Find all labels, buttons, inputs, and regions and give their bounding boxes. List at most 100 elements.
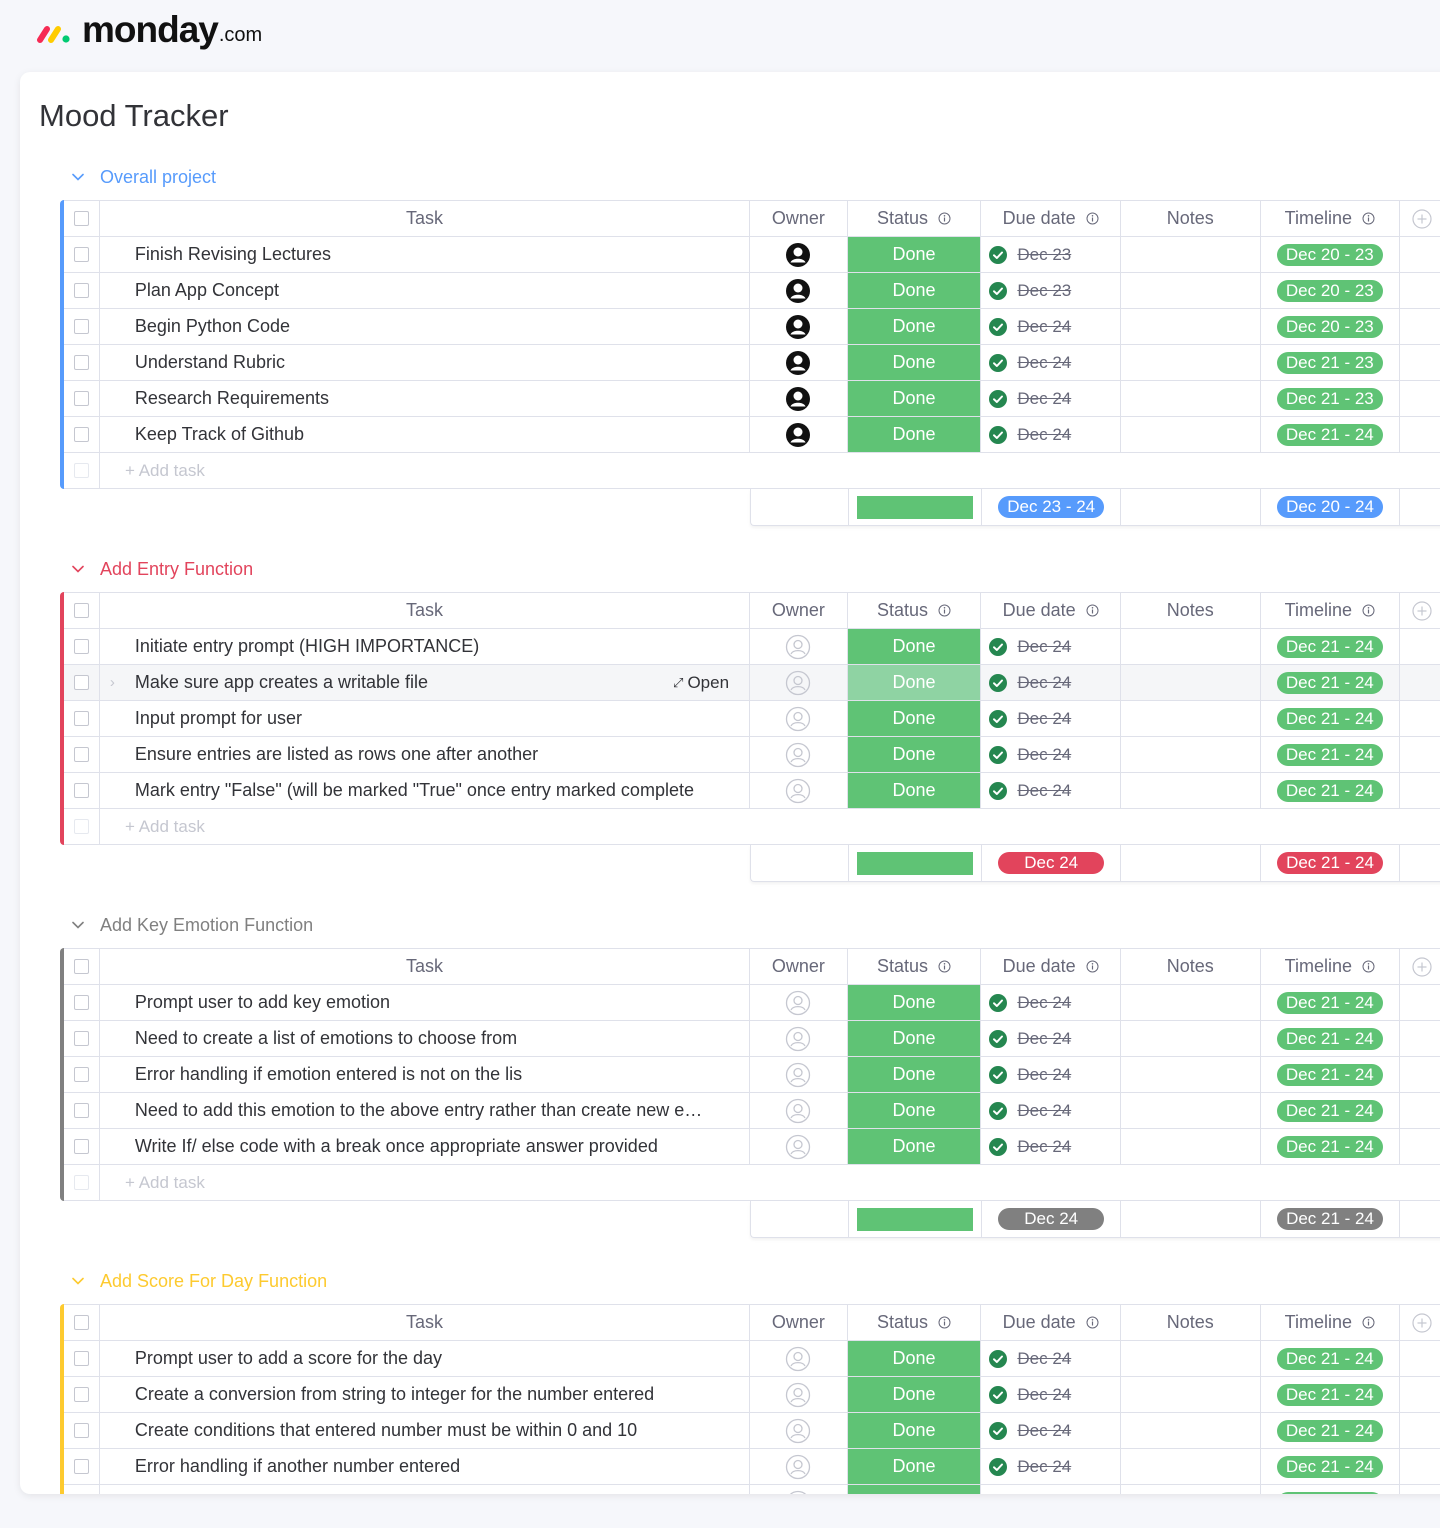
owner-cell[interactable] bbox=[750, 1129, 848, 1164]
due-date-cell[interactable]: Dec 24 bbox=[981, 1449, 1121, 1484]
due-date-cell[interactable]: Dec 24 bbox=[981, 701, 1121, 736]
timeline-pill[interactable]: Dec 21 - 24 bbox=[1276, 1419, 1383, 1442]
task-cell[interactable]: Prompt user to add a score for the day bbox=[100, 1341, 751, 1376]
add-column-icon[interactable] bbox=[1400, 593, 1440, 628]
timeline-cell[interactable]: Dec 21 - 23 bbox=[1261, 345, 1401, 380]
info-icon[interactable] bbox=[938, 960, 951, 973]
status-cell[interactable]: Done bbox=[847, 1093, 982, 1128]
task-name[interactable]: Error handling if input can not be conve… bbox=[135, 1492, 559, 1494]
status-label-done[interactable]: Done bbox=[847, 237, 981, 272]
column-header-notes[interactable]: Notes bbox=[1121, 1305, 1261, 1340]
status-cell[interactable]: Done bbox=[847, 417, 982, 452]
group-header[interactable]: Overall project bbox=[60, 162, 1440, 192]
status-cell[interactable]: Done bbox=[847, 1377, 982, 1412]
empty-person-icon[interactable] bbox=[785, 778, 811, 804]
status-label-done[interactable]: Done bbox=[847, 1021, 981, 1056]
status-label-done[interactable]: Done bbox=[847, 1413, 981, 1448]
timeline-pill[interactable]: Dec 21 - 24 bbox=[1276, 743, 1383, 766]
info-icon[interactable] bbox=[1086, 960, 1099, 973]
timeline-cell[interactable]: Dec 21 - 24 bbox=[1261, 773, 1401, 808]
select-all-checkbox[interactable] bbox=[73, 211, 89, 226]
status-label-done[interactable]: Done bbox=[847, 629, 981, 664]
person-avatar-icon[interactable] bbox=[785, 314, 811, 340]
row-checkbox[interactable] bbox=[73, 711, 89, 726]
empty-person-icon[interactable] bbox=[785, 1026, 811, 1052]
select-all-checkbox[interactable] bbox=[73, 1315, 89, 1330]
status-cell[interactable]: Done bbox=[847, 1341, 982, 1376]
column-header-notes[interactable]: Notes bbox=[1121, 593, 1261, 628]
column-header-task[interactable]: Task bbox=[100, 1305, 751, 1340]
table-row[interactable]: Need to create a list of emotions to cho… bbox=[64, 1021, 1440, 1057]
task-name[interactable]: Initiate entry prompt (HIGH IMPORTANCE) bbox=[135, 636, 479, 657]
column-header-due[interactable]: Due date bbox=[981, 201, 1121, 236]
task-name[interactable]: Mark entry "False" (will be marked "True… bbox=[135, 780, 694, 801]
owner-cell[interactable] bbox=[750, 1341, 848, 1376]
task-name[interactable]: Write If/ else code with a break once ap… bbox=[135, 1136, 658, 1157]
task-name[interactable]: Begin Python Code bbox=[135, 316, 290, 337]
task-name[interactable]: Ensure entries are listed as rows one af… bbox=[135, 744, 538, 765]
notes-cell[interactable] bbox=[1121, 1129, 1261, 1164]
row-checkbox[interactable] bbox=[73, 319, 89, 334]
row-checkbox-cell[interactable] bbox=[64, 629, 100, 664]
task-name[interactable]: Create a conversion from string to integ… bbox=[135, 1384, 654, 1405]
group-title[interactable]: Add Score For Day Function bbox=[100, 1271, 327, 1292]
notes-cell[interactable] bbox=[1121, 381, 1261, 416]
timeline-cell[interactable]: Dec 21 - 24 bbox=[1261, 1341, 1401, 1376]
timeline-pill[interactable]: Dec 21 - 24 bbox=[1276, 1027, 1383, 1050]
row-checkbox[interactable] bbox=[73, 1103, 89, 1118]
timeline-pill[interactable]: Dec 21 - 24 bbox=[1276, 1383, 1383, 1406]
person-avatar-icon[interactable] bbox=[785, 242, 811, 268]
timeline-pill[interactable]: Dec 21 - 23 bbox=[1276, 351, 1383, 374]
task-cell[interactable]: Plan App Concept bbox=[100, 273, 751, 308]
timeline-cell[interactable]: Dec 21 - 24 bbox=[1261, 1021, 1401, 1056]
status-cell[interactable]: Done bbox=[847, 1129, 982, 1164]
status-label-done[interactable]: Done bbox=[847, 345, 981, 380]
notes-cell[interactable] bbox=[1121, 773, 1261, 808]
status-label-done[interactable]: Done bbox=[847, 1057, 981, 1092]
timeline-cell[interactable]: Dec 21 - 24 bbox=[1261, 1449, 1401, 1484]
task-name[interactable]: Prompt user to add a score for the day bbox=[135, 1348, 442, 1369]
empty-person-icon[interactable] bbox=[785, 1134, 811, 1160]
select-all-checkbox-cell[interactable] bbox=[64, 593, 100, 628]
table-row[interactable]: Keep Track of Github Done Dec 24 Dec 21 - 2… bbox=[64, 417, 1440, 453]
status-cell[interactable]: Done bbox=[847, 1021, 982, 1056]
owner-cell[interactable] bbox=[750, 1413, 848, 1448]
status-cell[interactable]: Done bbox=[847, 273, 982, 308]
select-all-checkbox-cell[interactable] bbox=[64, 949, 100, 984]
timeline-cell[interactable]: Dec 21 - 24 bbox=[1261, 1057, 1401, 1092]
notes-cell[interactable] bbox=[1121, 273, 1261, 308]
status-label-done[interactable]: Done bbox=[847, 273, 981, 308]
owner-cell[interactable] bbox=[750, 629, 848, 664]
notes-cell[interactable] bbox=[1121, 665, 1261, 700]
column-header-status[interactable]: Status bbox=[848, 593, 982, 628]
timeline-cell[interactable]: Dec 21 - 24 bbox=[1261, 1377, 1401, 1412]
open-item-button[interactable]: ⤢ Open bbox=[673, 665, 729, 700]
timeline-pill[interactable]: Dec 20 - 23 bbox=[1276, 279, 1383, 302]
table-row[interactable]: Error handling if input can not be conve… bbox=[64, 1485, 1440, 1494]
column-header-timeline[interactable]: Timeline bbox=[1261, 593, 1401, 628]
row-checkbox-cell[interactable] bbox=[64, 1413, 100, 1448]
table-row[interactable]: Mark entry "False" (will be marked "True… bbox=[64, 773, 1440, 809]
empty-person-icon[interactable] bbox=[785, 706, 811, 732]
table-row[interactable]: Input prompt for user Done Dec 24 Dec 21 - … bbox=[64, 701, 1440, 737]
group-title[interactable]: Add Key Emotion Function bbox=[100, 915, 313, 936]
status-cell[interactable]: Done bbox=[847, 1057, 982, 1092]
info-icon[interactable] bbox=[1086, 1316, 1099, 1329]
status-label-done[interactable]: Done bbox=[847, 381, 981, 416]
timeline-cell[interactable]: Dec 21 - 24 bbox=[1261, 1093, 1401, 1128]
empty-person-icon[interactable] bbox=[785, 1382, 811, 1408]
chevron-down-icon[interactable] bbox=[72, 1277, 90, 1285]
table-row[interactable]: Finish Revising Lectures Done Dec 23 Dec 20… bbox=[64, 237, 1440, 273]
task-name[interactable]: Input prompt for user bbox=[135, 708, 302, 729]
row-checkbox-cell[interactable] bbox=[64, 665, 100, 700]
status-label-done[interactable]: Done bbox=[847, 1129, 981, 1164]
task-cell[interactable]: Create conditions that entered number mu… bbox=[100, 1413, 751, 1448]
notes-cell[interactable] bbox=[1121, 985, 1261, 1020]
due-date-cell[interactable]: Dec 23 bbox=[981, 273, 1121, 308]
timeline-cell[interactable]: Dec 21 - 24 bbox=[1261, 737, 1401, 772]
task-cell[interactable]: Create a conversion from string to integ… bbox=[100, 1377, 751, 1412]
task-cell[interactable]: Need to add this emotion to the above en… bbox=[100, 1093, 751, 1128]
timeline-cell[interactable]: Dec 21 - 24 bbox=[1261, 1413, 1401, 1448]
timeline-cell[interactable]: Dec 21 - 24 bbox=[1261, 701, 1401, 736]
notes-cell[interactable] bbox=[1121, 1377, 1261, 1412]
